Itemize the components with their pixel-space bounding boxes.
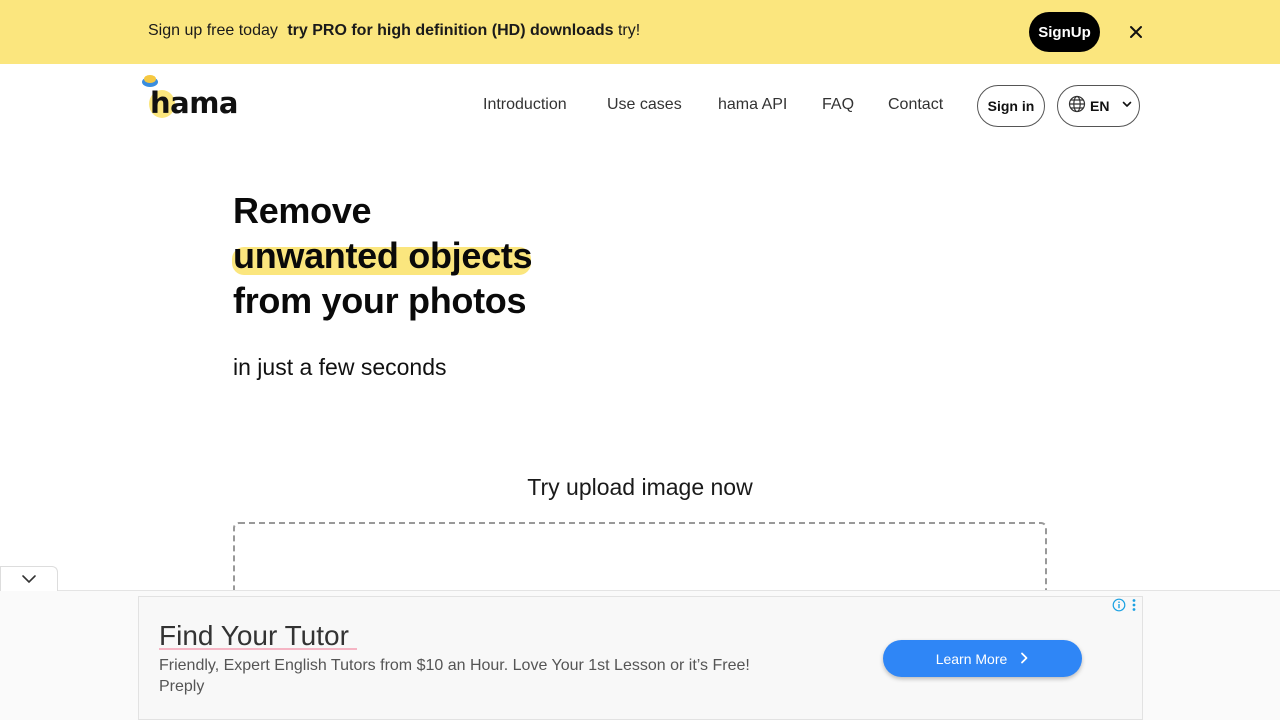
sign-in-button[interactable]: Sign in bbox=[977, 85, 1045, 127]
nav-hama-api[interactable]: hama API bbox=[718, 96, 787, 114]
promo-signup-button[interactable]: SignUp bbox=[1029, 12, 1100, 52]
learn-more-button[interactable]: Learn More bbox=[883, 640, 1082, 677]
globe-icon bbox=[1068, 95, 1086, 118]
upload-title: Try upload image now bbox=[527, 474, 753, 500]
hero-title-line-1: Remove bbox=[233, 190, 372, 231]
nav-faq[interactable]: FAQ bbox=[822, 96, 854, 114]
hama-logo[interactable]: hama bbox=[140, 72, 240, 124]
promo-text-lead: Sign up free today bbox=[148, 22, 278, 39]
ad-title-underline bbox=[159, 648, 357, 650]
language-selector[interactable]: EN bbox=[1057, 85, 1140, 127]
close-icon[interactable] bbox=[1124, 20, 1148, 44]
chevron-down-icon bbox=[21, 571, 37, 589]
ad-brand: Preply bbox=[159, 678, 205, 695]
info-icon[interactable] bbox=[1112, 598, 1126, 612]
learn-more-label: Learn More bbox=[935, 650, 1008, 667]
hero-title-line-2: unwanted objects bbox=[233, 235, 533, 276]
promo-banner: Sign up free today try PRO for high defi… bbox=[0, 0, 1280, 64]
ad-description: Friendly, Expert English Tutors from $10… bbox=[159, 657, 750, 674]
nav-introduction[interactable]: Introduction bbox=[483, 96, 567, 114]
nav-use-cases[interactable]: Use cases bbox=[607, 96, 682, 114]
promo-text-tail: try! bbox=[617, 22, 641, 39]
ad-collapse-button[interactable] bbox=[0, 566, 58, 592]
hero-subtitle: in just a few seconds bbox=[233, 354, 447, 380]
logo-text: hama bbox=[150, 86, 239, 120]
hero-title-line-3: from your photos bbox=[233, 280, 527, 321]
nav-contact[interactable]: Contact bbox=[888, 96, 943, 114]
promo-text-bold: try PRO for high definition (HD) downloa… bbox=[287, 22, 614, 39]
language-label: EN bbox=[1090, 98, 1110, 114]
chevron-down-icon bbox=[1121, 97, 1133, 115]
more-vertical-icon[interactable] bbox=[1131, 598, 1137, 612]
chevron-right-icon bbox=[1019, 651, 1029, 667]
promo-text: Sign up free today try PRO for high defi… bbox=[148, 22, 640, 40]
